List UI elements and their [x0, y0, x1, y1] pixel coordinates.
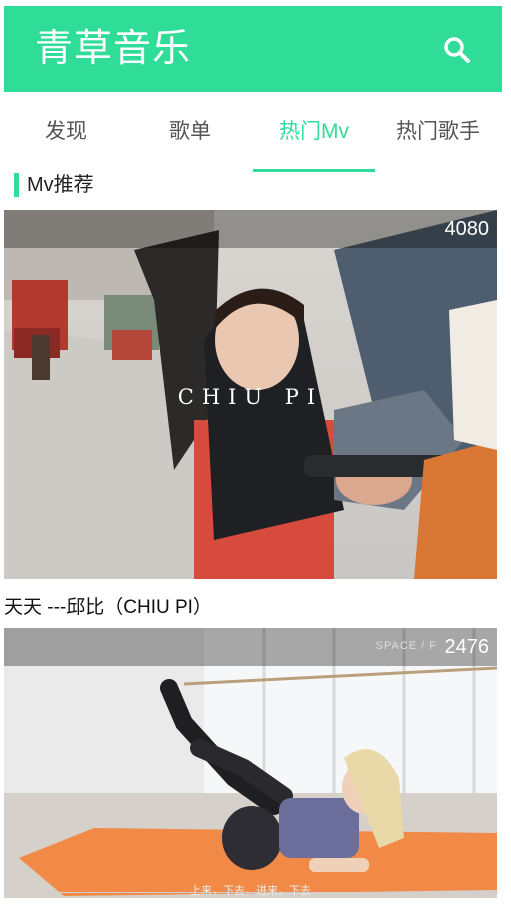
- tab-label: 热门歌手: [396, 120, 480, 143]
- mv-card[interactable]: 2476 SPACE / F 上来，下去，进来，下去: [4, 628, 497, 898]
- section-title: Mv推荐: [27, 174, 94, 196]
- app: 青草音乐 发现 歌单 热门Mv 热门歌手 Mv推荐 CHIU PI 4080 天…: [4, 6, 502, 905]
- tab-label: 发现: [45, 120, 87, 143]
- mv-card[interactable]: CHIU PI 4080 天天 ---邱比（CHIU PI）: [4, 210, 497, 628]
- tab-playlists[interactable]: 歌单: [128, 92, 252, 174]
- active-tab-indicator: [253, 169, 375, 172]
- tab-hot-singers[interactable]: 热门歌手: [376, 92, 500, 174]
- tab-hot-mv[interactable]: 热门Mv: [252, 92, 376, 174]
- tab-bar: 发现 歌单 热门Mv 热门歌手: [4, 92, 502, 174]
- tab-label: 歌单: [169, 120, 211, 143]
- mv-thumbnail[interactable]: CHIU PI 4080: [4, 210, 497, 579]
- cover-text: 上来，下去，进来，下去: [190, 885, 311, 897]
- app-title: 青草音乐: [35, 28, 192, 70]
- mv-thumbnail[interactable]: 2476 SPACE / F 上来，下去，进来，下去: [4, 628, 497, 898]
- mv-title[interactable]: 天天 ---邱比（CHIU PI）: [4, 595, 212, 621]
- section-accent-bar: [14, 173, 19, 197]
- tab-label: 热门Mv: [279, 120, 349, 143]
- video-watermark: SPACE / F: [375, 640, 437, 652]
- cover-text: CHIU PI: [177, 385, 324, 409]
- app-header: 青草音乐: [4, 6, 502, 92]
- content-bottom-edge: [4, 892, 498, 893]
- mv-cover-image: [4, 628, 497, 898]
- play-count: 4080: [4, 210, 497, 248]
- search-icon: [444, 37, 470, 63]
- tab-discover[interactable]: 发现: [4, 92, 128, 174]
- search-button[interactable]: [442, 35, 472, 65]
